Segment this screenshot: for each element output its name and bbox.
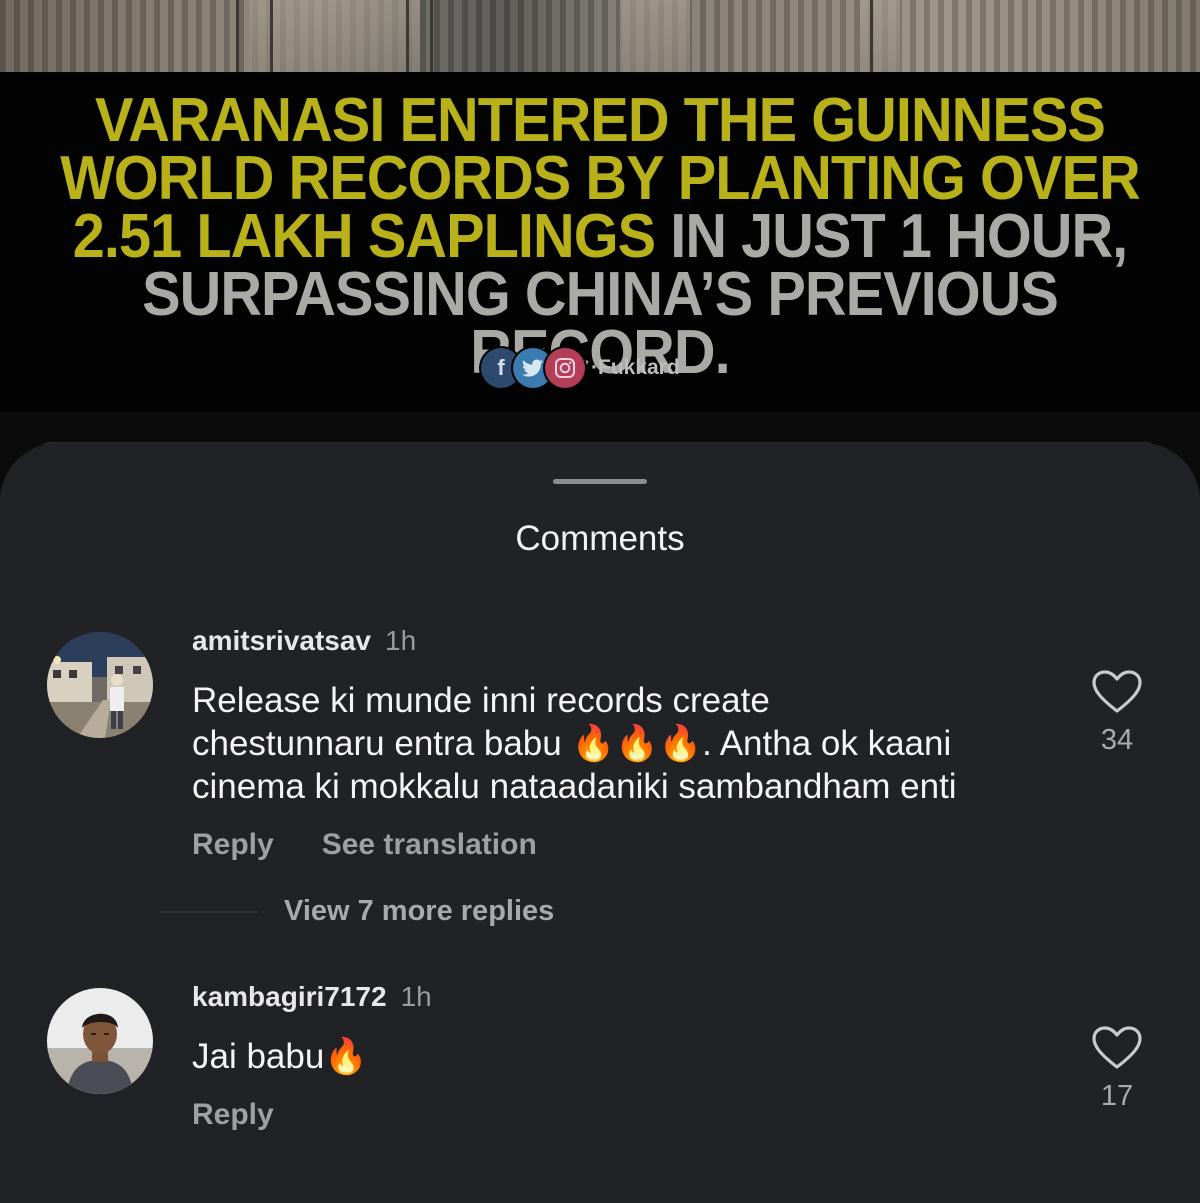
reply-button[interactable]: Reply (192, 1098, 274, 1132)
comments-title: Comments (515, 519, 685, 558)
comment-meta: kambagiri7172 1h (192, 981, 1052, 1021)
avatar[interactable] (47, 632, 153, 738)
view-more-replies-button[interactable]: View 7 more replies (284, 895, 554, 928)
instagram-icon (545, 348, 585, 388)
post-photo (0, 0, 1200, 72)
replies-divider (160, 910, 258, 913)
heart-outline-icon (1092, 1026, 1142, 1069)
see-translation-button[interactable]: See translation (322, 828, 537, 862)
post-headline: VARANASI ENTERED THE GUINNESS WORLD RECO… (42, 90, 1158, 384)
comment-text: Jai babu🔥 (192, 1037, 368, 1076)
like-count: 17 (1100, 1080, 1134, 1112)
like-button[interactable]: 17 (1082, 1026, 1152, 1113)
like-button[interactable]: 34 (1082, 670, 1152, 757)
watermark-social: f ·Fukkard (481, 347, 680, 389)
comment-timestamp: 1h (400, 981, 432, 1012)
comment-username[interactable]: kambagiri7172 (192, 981, 387, 1013)
watermark-handle: ·Fukkard (591, 356, 680, 379)
heart-outline-icon (1092, 670, 1142, 713)
comment-body: kambagiri7172 1h Jai babu🔥 Reply (192, 981, 1052, 1132)
comment-actions: Reply (192, 1098, 1052, 1132)
post-image: VARANASI ENTERED THE GUINNESS WORLD RECO… (0, 0, 1200, 412)
comment-body: amitsrivatsav 1h Release ki munde inni r… (192, 625, 1052, 862)
reply-button[interactable]: Reply (192, 828, 274, 862)
sheet-drag-handle[interactable] (553, 479, 647, 484)
comment-text: Release ki munde inni records create che… (192, 681, 957, 806)
view-replies[interactable]: View 7 more replies (160, 895, 554, 928)
avatar[interactable] (47, 988, 153, 1094)
comment-actions: Reply See translation (192, 828, 1052, 862)
comment-username[interactable]: amitsrivatsav (192, 625, 371, 657)
comments-sheet: Comments amitsrivatsav 1h Release ki mun… (0, 443, 1200, 1203)
comment-timestamp: 1h (385, 625, 417, 656)
comment-meta: amitsrivatsav 1h (192, 625, 1052, 665)
like-count: 34 (1100, 724, 1134, 756)
